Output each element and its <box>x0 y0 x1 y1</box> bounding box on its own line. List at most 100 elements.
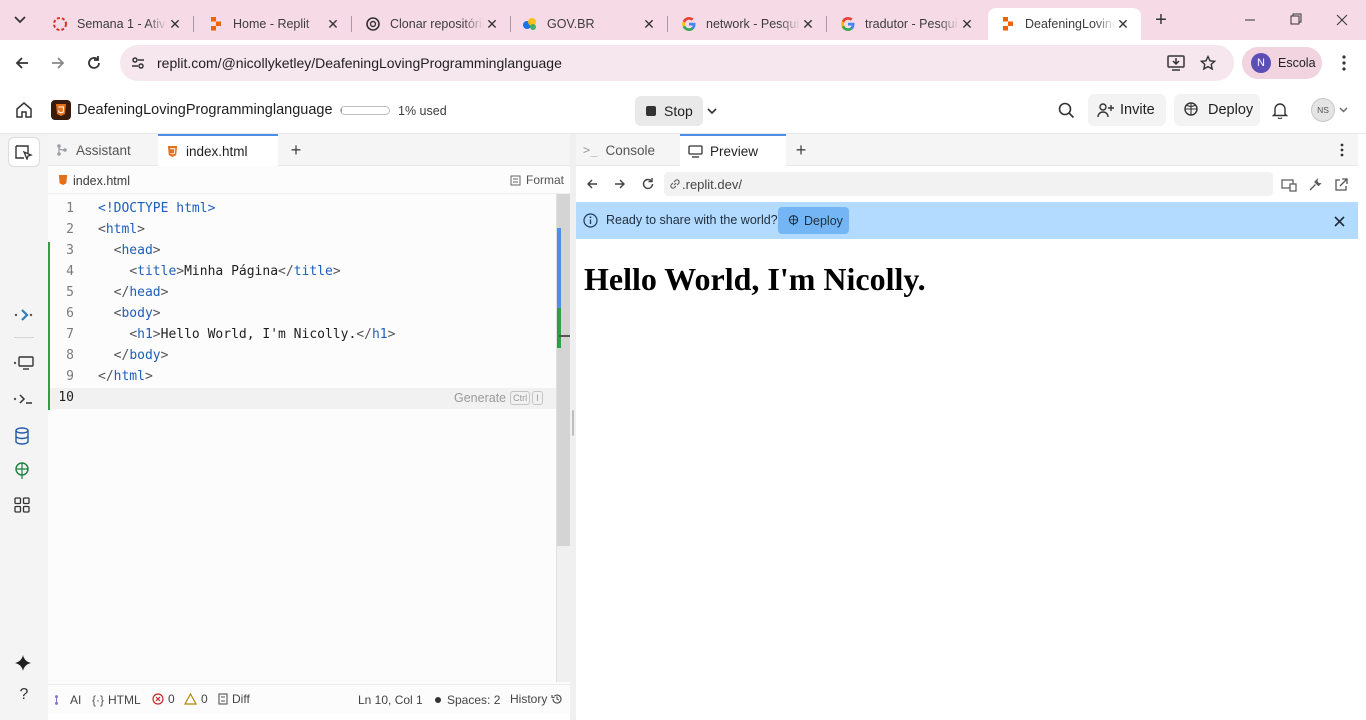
info-circle-icon <box>583 213 598 228</box>
splitter-handle[interactable] <box>572 410 574 436</box>
ai-status[interactable]: AI <box>54 693 81 707</box>
database-icon[interactable] <box>14 427 34 445</box>
scrollbar-marker-modified <box>557 228 561 308</box>
back-arrow-icon[interactable] <box>584 176 600 192</box>
browser-menu-icon[interactable] <box>1336 53 1352 73</box>
notification-bell-icon[interactable] <box>1270 100 1290 120</box>
bookmark-star-icon[interactable] <box>1198 53 1218 73</box>
forward-arrow-icon[interactable] <box>48 53 68 73</box>
all-tools-grid-icon[interactable] <box>14 497 34 515</box>
diff-button[interactable]: Diff <box>218 692 250 706</box>
user-avatar[interactable]: NS <box>1311 98 1335 122</box>
pane-menu-icon[interactable] <box>1336 142 1348 158</box>
close-icon[interactable]: ✕ <box>484 16 500 32</box>
stop-button[interactable]: Stop <box>635 96 703 126</box>
breadcrumb-file[interactable]: index.html <box>73 174 130 188</box>
cursor-position[interactable]: Ln 10, Col 1 <box>358 693 423 707</box>
restore-window-icon[interactable] <box>1286 12 1306 28</box>
browser-tab[interactable]: network - Pesquisa Google ✕ <box>669 8 827 40</box>
spaces-label: Spaces: 2 <box>447 693 501 707</box>
forward-arrow-icon[interactable] <box>612 176 628 192</box>
install-app-icon[interactable] <box>1166 53 1186 73</box>
browser-tab-active[interactable]: DeafeningLovingProgramminglanguage ✕ <box>988 8 1141 40</box>
html-file-icon <box>58 174 68 186</box>
line-number: 2 <box>66 222 74 237</box>
account-chevron-icon[interactable] <box>1337 105 1349 115</box>
browser-tab[interactable]: Semana 1 - Atividade ✕ <box>40 8 194 40</box>
tab-label: index.html <box>186 143 248 159</box>
tab-index-html[interactable]: index.html <box>158 134 278 166</box>
replit-logo-icon <box>208 16 224 32</box>
errors-status[interactable]: 0 <box>152 692 175 706</box>
console-terminal-icon[interactable] <box>10 390 38 408</box>
close-icon[interactable]: ✕ <box>800 16 816 32</box>
ai-sparkle-icon[interactable] <box>14 654 34 674</box>
file-path-bar: index.html Format <box>48 167 570 194</box>
tab-console[interactable]: >_ Console <box>576 134 680 166</box>
history-button[interactable]: History <box>510 692 563 706</box>
format-button[interactable]: Format <box>510 173 564 187</box>
close-icon[interactable]: ✕ <box>167 16 183 32</box>
close-icon[interactable] <box>1332 214 1346 228</box>
git-branch-icon[interactable] <box>10 306 38 324</box>
home-icon[interactable] <box>14 100 34 120</box>
code-editor[interactable]: 1 <!DOCTYPE html> 2 <html> 3 <head> 4 <t… <box>48 194 556 682</box>
help-question-icon[interactable]: ? <box>14 686 34 706</box>
new-tab-plus-icon[interactable]: + <box>793 140 809 160</box>
close-icon[interactable]: ✕ <box>641 16 657 32</box>
line-number: 8 <box>66 348 74 363</box>
line-number: 3 <box>66 243 74 258</box>
run-options-chevron-icon[interactable] <box>703 96 721 126</box>
project-name[interactable]: DeafeningLovingProgramminglanguage <box>77 102 333 118</box>
tab-search-chevron-icon[interactable] <box>10 10 30 30</box>
browser-tab[interactable]: Home - Replit ✕ <box>196 8 352 40</box>
new-tab-plus-icon[interactable]: + <box>1150 10 1172 30</box>
reload-icon[interactable] <box>84 53 104 73</box>
preview-nav-bar: .replit.dev/ <box>576 167 1358 202</box>
preview-viewport[interactable]: Hello World, I'm Nicolly. <box>576 239 1358 714</box>
generate-hint[interactable]: Generate Ctrl I <box>454 391 543 405</box>
close-icon[interactable]: ✕ <box>959 16 975 32</box>
preview-monitor-icon[interactable] <box>10 354 38 372</box>
tab-title: network - Pesquisa Google <box>706 17 800 31</box>
close-icon[interactable]: ✕ <box>325 16 341 32</box>
deploy-button[interactable]: Deploy <box>1174 94 1260 126</box>
address-bar[interactable]: replit.com/@nicollyketley/DeafeningLovin… <box>120 45 1234 81</box>
preview-url-input[interactable]: .replit.dev/ <box>664 172 1273 196</box>
banner-deploy-button[interactable]: Deploy <box>778 207 849 234</box>
browser-tab[interactable]: GOV.BR ✕ <box>510 8 668 40</box>
devtools-wrench-icon[interactable] <box>1307 177 1323 193</box>
open-new-window-icon[interactable] <box>1333 177 1349 193</box>
link-icon <box>669 178 681 190</box>
file-explorer-icon[interactable] <box>8 137 40 167</box>
invite-button[interactable]: Invite <box>1088 94 1166 126</box>
reload-icon[interactable] <box>640 176 656 192</box>
deployments-icon[interactable] <box>14 462 34 480</box>
tab-assistant[interactable]: Assistant <box>48 134 158 166</box>
stop-square-icon <box>646 106 656 116</box>
browser-tab[interactable]: Clonar repositório ✕ <box>353 8 511 40</box>
tab-title: tradutor - Pesquisa Google <box>865 17 959 31</box>
search-icon[interactable] <box>1056 100 1076 120</box>
language-status[interactable]: {·} HTML <box>92 693 141 707</box>
editor-tab-bar: Assistant index.html + <box>48 134 570 166</box>
close-window-icon[interactable] <box>1332 12 1352 28</box>
warnings-status[interactable]: 0 <box>184 692 208 706</box>
minimize-icon[interactable] <box>1240 12 1260 28</box>
tab-preview[interactable]: Preview <box>680 134 786 166</box>
close-icon[interactable]: ✕ <box>1115 16 1131 32</box>
code-line: <h1>Hello World, I'm Nicolly.</h1> <box>129 327 396 342</box>
devices-icon[interactable] <box>1281 177 1297 193</box>
editor-pane: Assistant index.html + index.html Format… <box>48 134 571 714</box>
indentation-status[interactable]: Spaces: 2 <box>435 693 500 707</box>
browser-tab[interactable]: tradutor - Pesquisa Google ✕ <box>828 8 985 40</box>
site-settings-icon[interactable] <box>128 53 148 73</box>
profile-button[interactable]: N Escola <box>1242 47 1322 79</box>
format-label: Format <box>526 173 565 187</box>
replit-logo-icon <box>1000 16 1016 32</box>
banner-text: Ready to share with the world? <box>606 213 778 227</box>
back-arrow-icon[interactable] <box>12 53 32 73</box>
new-tab-plus-icon[interactable]: + <box>288 140 304 160</box>
stop-label: Stop <box>664 103 693 119</box>
editor-scrollbar[interactable] <box>556 194 571 682</box>
